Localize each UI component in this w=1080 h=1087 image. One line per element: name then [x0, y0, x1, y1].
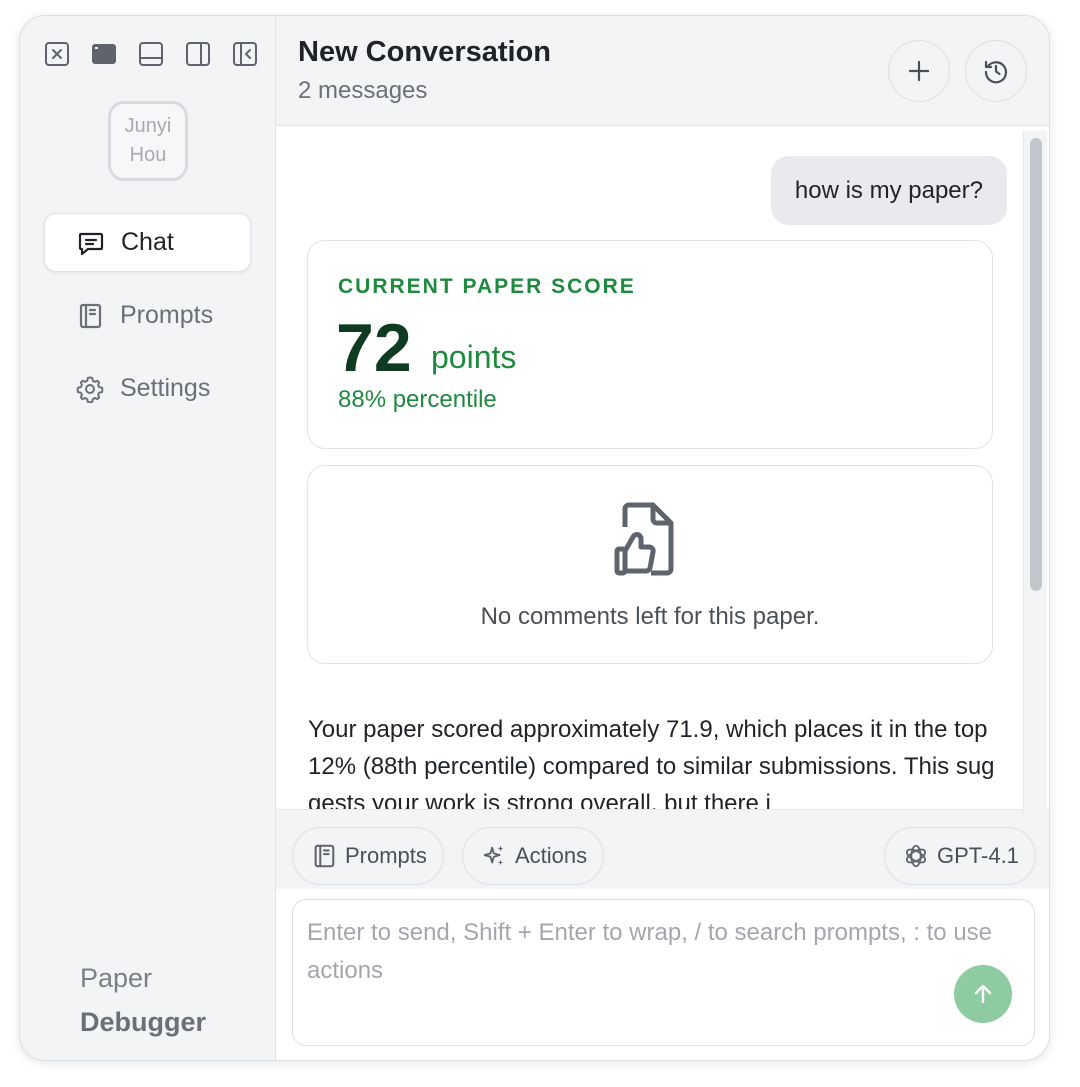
chat-scrollbar[interactable]: [1023, 131, 1047, 814]
notebook-icon: [79, 303, 102, 328]
window-controls: [44, 41, 258, 67]
sidebar-item-prompts[interactable]: Prompts: [44, 286, 251, 345]
composer-toolbar: Prompts Actions GPT-4.1: [276, 809, 1049, 889]
brand-line1: Paper: [80, 963, 153, 993]
actions-button-label: Actions: [515, 843, 588, 868]
page-title: New Conversation: [298, 36, 551, 68]
model-label: GPT-4.1: [937, 843, 1019, 868]
user-message-bubble: how is my paper?: [770, 156, 1007, 225]
score-unit: points: [431, 339, 517, 375]
model-selector[interactable]: GPT-4.1: [884, 827, 1036, 885]
message-count: 2 messages: [298, 77, 428, 104]
panel-right-icon[interactable]: [185, 41, 211, 67]
openai-icon: [905, 844, 927, 868]
avatar[interactable]: Junyi Hou: [108, 101, 188, 181]
gear-icon: [76, 376, 104, 403]
conversation-header: New Conversation 2 messages: [276, 16, 1049, 126]
scrollbar-thumb[interactable]: [1030, 138, 1042, 591]
score-value: 72: [336, 310, 412, 386]
panel-bottom-icon[interactable]: [138, 41, 164, 67]
message-input[interactable]: [307, 914, 1023, 1024]
history-icon: [984, 60, 1008, 84]
sidebar-item-label: Chat: [121, 228, 174, 256]
sidebar-collapse-icon[interactable]: [232, 41, 258, 67]
app-window: Junyi Hou Chat Prompts Settings Paper De…: [19, 15, 1050, 1061]
comments-empty-text: No comments left for this paper.: [480, 603, 820, 630]
window-filled-icon[interactable]: [91, 41, 117, 67]
close-square-icon[interactable]: [44, 41, 70, 67]
history-button[interactable]: [965, 40, 1027, 102]
sidebar-item-chat[interactable]: Chat: [44, 213, 251, 272]
avatar-text: Junyi Hou: [124, 115, 172, 166]
actions-button[interactable]: Actions: [462, 827, 605, 885]
new-conversation-button[interactable]: [888, 40, 950, 102]
send-button[interactable]: [954, 965, 1012, 1023]
score-percentile: 88% percentile: [338, 386, 497, 413]
comments-card: No comments left for this paper.: [307, 465, 993, 664]
prompts-button[interactable]: Prompts: [292, 827, 444, 885]
assistant-reply: Your paper scored approximately 71.9, wh…: [308, 716, 995, 809]
plus-icon: [908, 60, 930, 82]
file-thumbs-up-icon: [614, 502, 674, 576]
brand-logo: Paper Debugger: [80, 956, 206, 1044]
notebook-icon: [314, 844, 335, 868]
sidebar: Junyi Hou Chat Prompts Settings Paper De…: [20, 16, 276, 1060]
sidebar-nav: Chat Prompts Settings: [44, 213, 251, 432]
sparkles-icon: [483, 845, 504, 866]
sidebar-item-label: Settings: [120, 374, 211, 402]
sidebar-item-label: Prompts: [120, 301, 214, 329]
prompts-button-label: Prompts: [345, 843, 427, 868]
main-panel: New Conversation 2 messages how is my pa…: [276, 16, 1049, 1060]
arrow-up-icon: [974, 984, 992, 1004]
message-square-icon: [78, 232, 104, 255]
message-composer: [292, 899, 1035, 1046]
chat-messages: how is my paper? CURRENT PAPER SCORE 72 …: [276, 126, 1049, 809]
score-label: CURRENT PAPER SCORE: [338, 275, 636, 298]
brand-line2: Debugger: [80, 1007, 207, 1037]
paper-score-card: CURRENT PAPER SCORE 72 points 88% percen…: [307, 240, 993, 449]
sidebar-item-settings[interactable]: Settings: [44, 359, 251, 418]
user-message-text: how is my paper?: [794, 176, 983, 204]
